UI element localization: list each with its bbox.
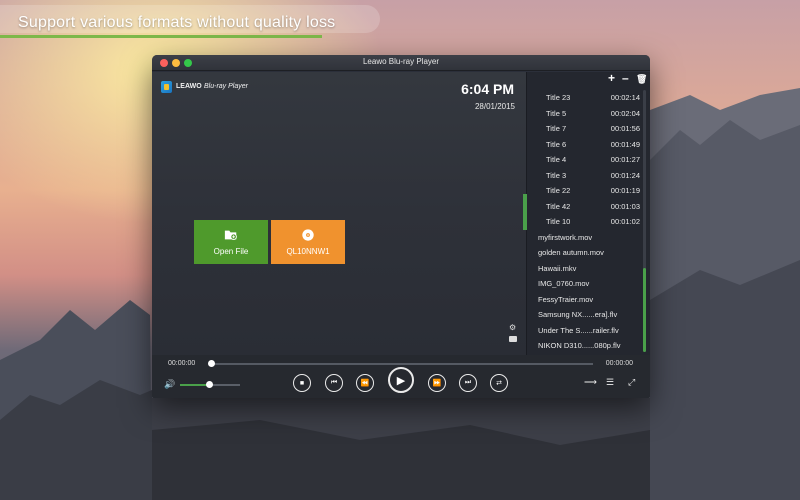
brand-name: LEAWO [176, 83, 202, 90]
fast-forward-button[interactable]: ⏩ [428, 374, 446, 392]
playlist-title-duration: 00:01:24 [610, 170, 640, 180]
playlist-file-row[interactable]: Samsung NX......era].flv [527, 307, 643, 323]
playlist-file-name: NIKON D310......080p.flv [538, 341, 621, 350]
previous-button[interactable]: ⏮ [325, 374, 343, 392]
playlist-file-row[interactable]: Hawaii.mkv [527, 261, 643, 277]
playlist-title-row[interactable]: Title 42 00:01:03 [527, 199, 643, 215]
playlist-file-row[interactable]: golden autumn.mov [527, 245, 643, 261]
playlist-title-name: Title 3 [546, 170, 567, 180]
open-file-button[interactable]: Open File [194, 220, 268, 264]
total-time: 00:00:00 [605, 360, 633, 367]
playlist-title-duration: 00:01:49 [610, 139, 640, 149]
playlist-file-name: Under The S......railer.flv [538, 325, 619, 335]
subtitle-icon[interactable] [509, 336, 517, 342]
rewind-button[interactable]: ⏪ [356, 374, 374, 392]
elapsed-time: 00:00:00 [168, 360, 196, 367]
playlist-title-name: Title 42 [546, 201, 571, 211]
playlist-file-name: myfirstwork.mov [538, 232, 593, 242]
leawo-logo-icon [161, 81, 172, 93]
playlist-title-row[interactable]: Title 5 00:02:04 [527, 106, 643, 122]
playlist-title-row[interactable]: Title 10 00:01:02 [527, 214, 643, 230]
current-time: 6:04 PM [461, 81, 514, 97]
playlist-title-name: Title 6 [546, 139, 567, 149]
stop-icon: ■ [299, 379, 305, 387]
play-button[interactable]: ▶ [388, 367, 414, 393]
share-icon[interactable]: ⟶ [584, 377, 597, 388]
disc-label: QL10NNW1 [286, 247, 330, 256]
remove-icon[interactable]: – [622, 72, 629, 84]
playlist-file-name: IMG_0760.mov [538, 279, 590, 288]
promo-banner-text: Support various formats without quality … [18, 14, 336, 31]
playlist-title-name: Title 4 [546, 155, 567, 164]
open-file-label: Open File [213, 247, 249, 256]
playlist-panel: + – 🗑 Title 23 00:02:14 Title 5 00:02:04 Tit… [523, 72, 650, 355]
volume-icon[interactable]: 🔊 [164, 379, 175, 389]
playlist-file-row[interactable]: myfirstwork.mov [527, 230, 643, 246]
playlist-file-row[interactable]: NIKON D310......080p.flv [527, 338, 643, 354]
playlist-title-duration: 00:01:03 [610, 201, 640, 211]
fullscreen-icon[interactable]: ⤢ [628, 377, 635, 388]
playlist-title-name: Title 22 [546, 186, 571, 195]
banner-underline [0, 35, 322, 38]
playlist-title-row[interactable]: Title 3 00:01:24 [527, 168, 643, 184]
playlist-title-row[interactable]: Title 23 00:02:14 [527, 90, 643, 106]
disc-button[interactable]: QL10NNW1 [271, 220, 345, 264]
playlist-title-row[interactable]: Title 22 00:01:19 [527, 183, 643, 199]
playlist-title-duration: 00:02:04 [610, 108, 640, 118]
playlist-file-name: FessyTraier.mov [538, 294, 594, 304]
playlist-title-duration: 00:02:14 [610, 93, 640, 102]
playlist-file-row[interactable]: Under The S......railer.flv [527, 323, 643, 339]
window-title: Leawo Blu-ray Player [362, 57, 440, 66]
playlist-title-duration: 00:01:19 [610, 186, 640, 195]
skip-next-icon: ⏭ [464, 379, 472, 386]
fast-forward-icon: ⏩ [432, 380, 442, 387]
playlist-list: Title 23 00:02:14 Title 5 00:02:04 Title 7 00… [527, 90, 643, 354]
brand-product: Blu-ray Player [204, 83, 248, 90]
seek-knob[interactable] [208, 360, 215, 367]
next-button[interactable]: ⏭ [459, 374, 477, 392]
settings-icon[interactable]: ⚙ [509, 323, 517, 332]
playlist-scrollbar-thumb[interactable] [643, 268, 646, 352]
skip-previous-icon: ⏮ [330, 379, 338, 386]
playlist-toolbar: + – 🗑 [526, 72, 650, 86]
play-icon: ▶ [396, 374, 406, 387]
playlist-title-duration: 00:01:02 [610, 217, 640, 226]
playlist-file-row[interactable]: IMG_0760.mov [527, 276, 643, 292]
playlist-title-duration: 00:01:27 [610, 155, 640, 164]
volume-knob[interactable] [205, 381, 213, 388]
playlist-file-row[interactable]: FessyTraier.mov [527, 292, 643, 308]
title-bar: Leawo Blu-ray Player [152, 55, 650, 71]
playlist-toggle-icon[interactable]: ☰ [606, 377, 614, 388]
playlist-file-name: golden autumn.mov [538, 248, 604, 257]
playlist-title-row[interactable]: Title 7 00:01:56 [527, 121, 643, 137]
current-date: 28/01/2015 [474, 102, 515, 111]
video-area[interactable]: LEAWO Blu-ray Player 6:04 PM 28/01/2015 … [152, 72, 526, 355]
repeat-icon: ⇄ [496, 380, 502, 387]
rewind-icon: ⏪ [360, 380, 370, 387]
seek-track[interactable] [211, 363, 593, 365]
playlist-title-row[interactable]: Title 6 00:01:49 [527, 137, 643, 153]
promo-banner: Support various formats without quality … [0, 5, 380, 33]
disc-icon [302, 229, 314, 241]
playlist-title-name: Title 7 [546, 124, 567, 133]
repeat-button[interactable]: ⇄ [490, 374, 508, 392]
playlist-title-row[interactable]: Title 4 00:01:27 [527, 152, 643, 168]
control-bar: 🔊 ■ ⏮ ⏪ ▶ ⏩ ⏭ ⇄ ⟶ ☰ ⤢ [152, 367, 650, 398]
volume-fill [180, 384, 209, 386]
playlist-title-name: Title 23 [546, 93, 571, 102]
playlist-file-name: Samsung NX......era].flv [538, 310, 618, 319]
playlist-file-name: Hawaii.mkv [538, 263, 577, 273]
stop-button[interactable]: ■ [293, 374, 311, 392]
folder-add-icon [224, 230, 237, 240]
playlist-title-name: Title 10 [546, 217, 571, 226]
add-icon[interactable]: + [608, 72, 615, 84]
trash-icon[interactable]: 🗑 [636, 73, 647, 85]
playlist-title-duration: 00:01:56 [610, 124, 640, 133]
playlist-title-name: Title 5 [546, 108, 567, 118]
player-window: Leawo Blu-ray Player LEAWO Blu-ray Playe… [152, 55, 650, 398]
